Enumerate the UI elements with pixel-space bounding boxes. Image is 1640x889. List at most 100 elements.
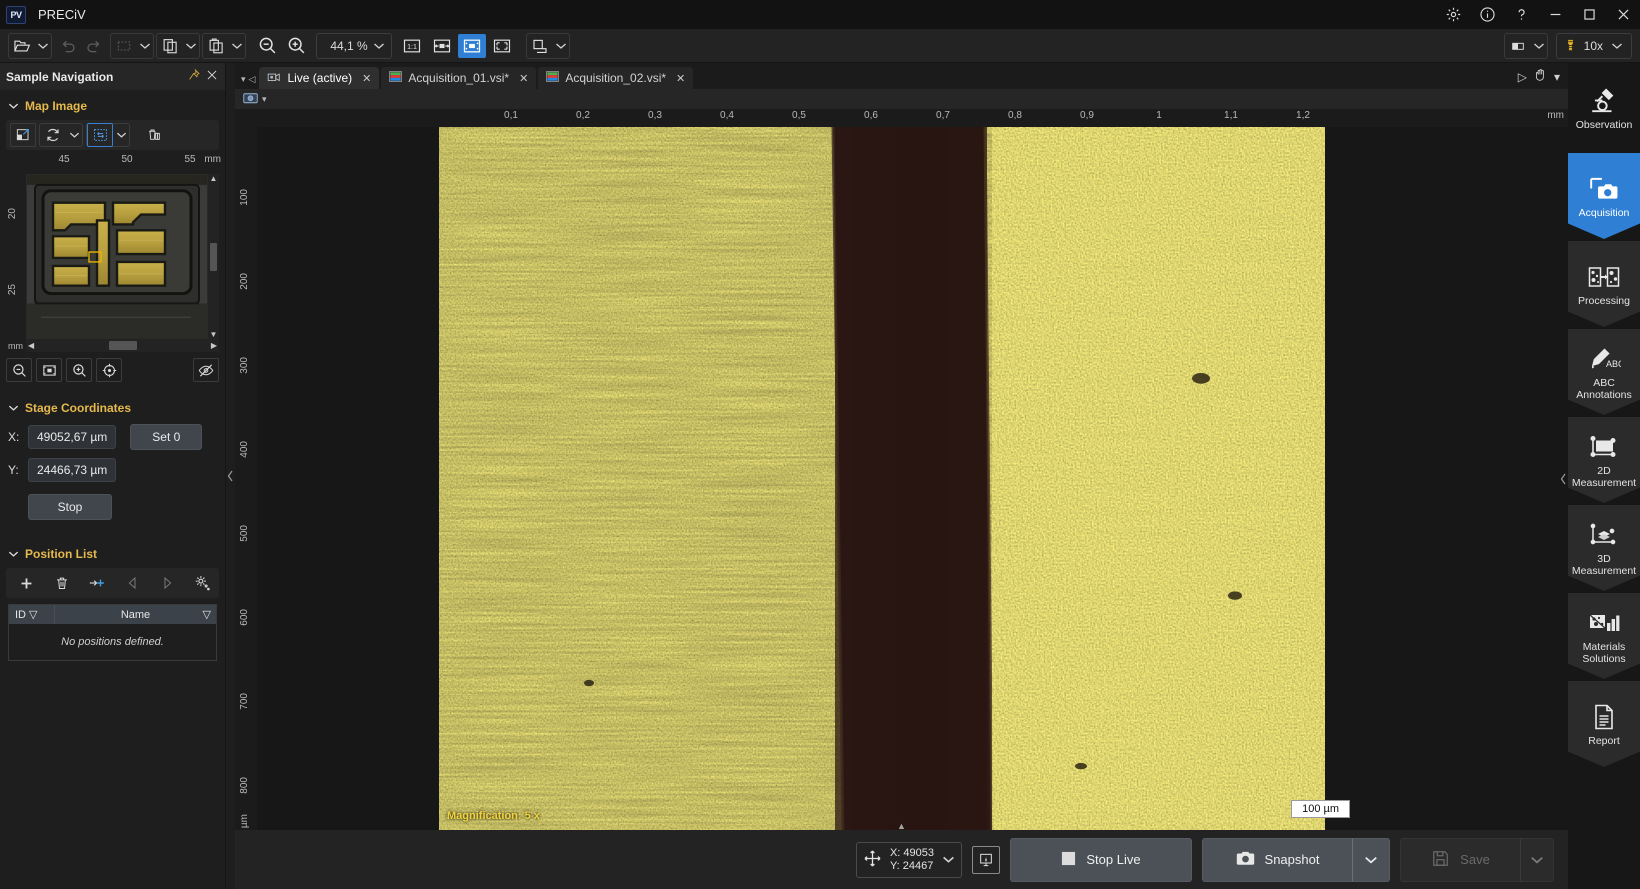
tab-acquisition-02-close-icon[interactable]: ✕ — [676, 72, 685, 85]
zoom-one-to-one-button[interactable]: 1:1 — [398, 34, 426, 58]
set-zero-button[interactable]: Set 0 — [130, 424, 202, 450]
auto-update-chevron-down-icon[interactable] — [113, 131, 129, 139]
snapshot-button[interactable]: Snapshot — [1202, 838, 1352, 882]
stage-coordinates-section-header[interactable]: Stage Coordinates — [0, 396, 225, 420]
map-v-scroll-thumb[interactable] — [210, 243, 217, 271]
map-scroll-right-icon[interactable]: ▶ — [211, 341, 217, 350]
rail-item-3d-measurement[interactable]: 3D Measurement — [1568, 505, 1640, 591]
zoom-out-icon[interactable] — [254, 34, 281, 58]
camera-settings-chevron-down-icon[interactable] — [1531, 42, 1547, 50]
previous-position-icon[interactable] — [120, 571, 145, 595]
delete-map-icon[interactable] — [141, 123, 167, 147]
zoom-level-chevron-down-icon[interactable] — [371, 42, 387, 50]
redo-icon[interactable] — [81, 34, 107, 58]
copy-icon[interactable] — [157, 34, 183, 58]
live-image-canvas[interactable]: Magnification: 5 x 100 µm — [257, 127, 1568, 830]
auto-update-icon[interactable] — [87, 123, 113, 147]
tab-scroll-right-icon[interactable]: ▷ — [1518, 70, 1527, 84]
tab-live-close-icon[interactable]: ✕ — [362, 72, 371, 85]
tab-acquisition-02[interactable]: Acquisition_02.vsi* ✕ — [538, 67, 693, 89]
open-file-icon[interactable] — [9, 34, 35, 58]
pin-icon[interactable] — [187, 68, 201, 85]
position-list-section-header[interactable]: Position List — [0, 542, 225, 566]
rail-item-materials-solutions[interactable]: Materials Solutions — [1568, 593, 1640, 679]
map-horizontal-scrollbar[interactable]: ◀ ▶ — [26, 339, 219, 352]
overlay-visibility-icon[interactable] — [193, 358, 219, 382]
map-vertical-scrollbar[interactable]: ▲ ▼ — [208, 174, 219, 339]
info-icon[interactable] — [1470, 0, 1504, 29]
new-map-image-icon[interactable] — [10, 123, 36, 147]
snapshot-options-chevron-down-icon[interactable] — [1352, 838, 1390, 882]
map-scroll-left-icon[interactable]: ◀ — [28, 341, 34, 350]
view-layout-chevron-down-icon[interactable]: ▾ — [1554, 70, 1560, 84]
layout-icon[interactable] — [527, 34, 553, 58]
map-fit-icon[interactable] — [36, 358, 62, 382]
full-screen-button[interactable] — [488, 34, 516, 58]
objective-selector[interactable]: 10x — [1556, 33, 1632, 59]
selection-chevron-down-icon[interactable] — [137, 42, 153, 50]
rail-item-observation[interactable]: Observation — [1568, 65, 1640, 151]
refresh-map-icon[interactable] — [40, 123, 66, 147]
stage-x-value[interactable]: 49052,67 µm — [28, 425, 116, 449]
position-column-name[interactable]: Name ▽ — [55, 605, 216, 624]
map-zoom-out-icon[interactable] — [6, 358, 32, 382]
map-zoom-in-icon[interactable] — [66, 358, 92, 382]
help-icon[interactable] — [1504, 0, 1538, 29]
move-to-position-icon[interactable] — [84, 571, 109, 595]
paste-icon[interactable] — [203, 34, 229, 58]
tab-acquisition-01[interactable]: Acquisition_01.vsi* ✕ — [381, 67, 536, 89]
image-information-icon[interactable] — [972, 846, 1000, 874]
tab-live[interactable]: Live (active) ✕ — [259, 67, 379, 89]
pan-hand-icon[interactable] — [1533, 68, 1548, 85]
tab-acquisition-01-close-icon[interactable]: ✕ — [519, 72, 528, 85]
zoom-in-icon[interactable] — [283, 34, 310, 58]
view-snapshot-chevron-down-icon[interactable]: ▾ — [262, 94, 267, 105]
copy-chevron-down-icon[interactable] — [183, 42, 199, 50]
left-panel-collapse-handle[interactable] — [226, 63, 235, 889]
rail-item-2d-measurement[interactable]: 2D Measurement — [1568, 417, 1640, 503]
stage-position-chevron-down-icon[interactable] — [942, 853, 955, 867]
map-image-canvas[interactable] — [26, 174, 208, 339]
map-scroll-down-icon[interactable]: ▼ — [210, 330, 218, 339]
bottom-collapse-chevron-up-icon[interactable]: ▲ — [897, 821, 906, 831]
close-button[interactable] — [1606, 0, 1640, 29]
rail-item-processing[interactable]: Processing — [1568, 241, 1640, 327]
zoom-level-combobox[interactable]: 44,1 % — [316, 33, 392, 59]
stage-position-chip[interactable]: X: 49053 Y: 24467 — [856, 842, 962, 878]
stop-live-button[interactable]: Stop Live — [1010, 838, 1192, 882]
camera-exposure-icon[interactable] — [1505, 34, 1531, 58]
add-position-icon[interactable] — [14, 571, 39, 595]
fit-width-button[interactable] — [428, 34, 456, 58]
maximize-button[interactable] — [1572, 0, 1606, 29]
tab-scroll-left-icon[interactable]: ◁ — [249, 74, 256, 85]
stage-y-value[interactable]: 24466,73 µm — [28, 458, 116, 482]
position-column-id[interactable]: ID ▽ — [9, 605, 55, 624]
map-scroll-up-icon[interactable]: ▲ — [210, 174, 218, 183]
panel-close-icon[interactable] — [205, 68, 219, 85]
undo-icon[interactable] — [55, 34, 81, 58]
save-options-chevron-down-icon[interactable] — [1520, 838, 1554, 882]
open-file-chevron-down-icon[interactable] — [35, 42, 51, 50]
right-panel-collapse-handle[interactable] — [1559, 127, 1568, 830]
view-snapshot-icon[interactable] — [243, 91, 258, 107]
tab-list-chevron-down-icon[interactable]: ▾ — [241, 74, 246, 85]
paste-chevron-down-icon[interactable] — [229, 42, 245, 50]
center-stage-icon[interactable] — [96, 358, 122, 382]
rail-item-report[interactable]: Report — [1568, 681, 1640, 767]
layout-chevron-down-icon[interactable] — [553, 42, 569, 50]
minimize-button[interactable] — [1538, 0, 1572, 29]
fit-page-button[interactable] — [458, 34, 486, 58]
map-image-section-header[interactable]: Map Image — [0, 94, 225, 118]
stage-stop-button[interactable]: Stop — [28, 494, 112, 520]
settings-gear-icon[interactable] — [1436, 0, 1470, 29]
refresh-map-chevron-down-icon[interactable] — [66, 131, 82, 139]
bottom-bar-collapse-strip[interactable]: ▲ — [235, 821, 1568, 830]
delete-position-icon[interactable] — [49, 571, 74, 595]
save-button[interactable]: Save — [1400, 838, 1520, 882]
rail-item-acquisition[interactable]: Acquisition — [1568, 153, 1640, 239]
next-position-icon[interactable] — [155, 571, 180, 595]
objective-chevron-down-icon[interactable] — [1609, 42, 1625, 50]
rail-item-annotations[interactable]: ABC ABC Annotations — [1568, 329, 1640, 415]
map-h-scroll-thumb[interactable] — [109, 341, 137, 350]
position-settings-gear-icon[interactable] — [190, 571, 215, 595]
